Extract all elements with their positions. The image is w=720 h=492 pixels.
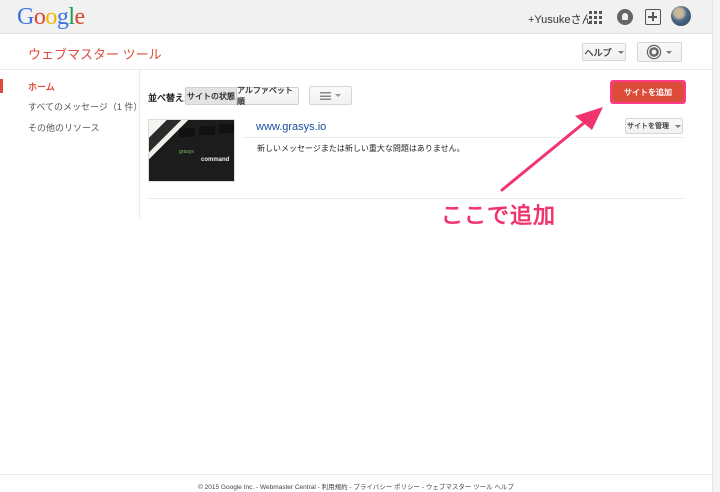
site-list-item: grasys command www.grasys.io 新しいメッセージまたは… — [148, 117, 684, 199]
google-logo[interactable]: Google — [17, 4, 85, 31]
logo-letter: g — [56, 4, 69, 30]
share-icon[interactable] — [645, 9, 661, 25]
logo-letter: e — [74, 4, 86, 30]
user-name-link[interactable]: +Yusukeさん — [528, 11, 593, 27]
logo-letter: G — [17, 4, 34, 30]
gear-icon — [648, 47, 659, 57]
logo-letter: o — [33, 4, 46, 30]
chevron-down-icon — [665, 50, 672, 54]
help-button-label: ヘルプ — [584, 47, 612, 58]
app-title[interactable]: ウェブマスター ツール — [28, 44, 162, 63]
chevron-down-icon — [617, 50, 624, 54]
sidebar-item-all-messages[interactable]: すべてのメッセージ（1 件） — [28, 100, 142, 113]
sort-alphabetical-button[interactable]: アルファベット順 — [236, 86, 299, 106]
sidebar-item-other-resources[interactable]: その他のリソース — [28, 121, 100, 134]
sort-label: 並べ替え: — [148, 93, 187, 103]
page-scrollbar[interactable] — [712, 0, 720, 492]
site-thumbnail[interactable]: grasys command — [148, 119, 235, 182]
manage-site-button[interactable]: サイトを管理 — [625, 118, 683, 134]
list-view-icon — [320, 91, 331, 100]
site-url-link[interactable]: www.grasys.io — [256, 121, 326, 133]
avatar[interactable] — [671, 6, 691, 26]
manage-site-label: サイトを管理 — [627, 123, 669, 130]
google-bar: Google +Yusukeさん — [0, 0, 720, 34]
active-nav-marker — [0, 79, 3, 93]
sort-by-status-button[interactable]: サイトの状態 — [185, 87, 237, 105]
logo-letter: o — [45, 4, 57, 30]
notifications-icon[interactable] — [617, 9, 633, 25]
chevron-down-icon — [675, 124, 681, 128]
settings-button[interactable] — [637, 42, 682, 62]
footer-links[interactable]: © 2015 Google Inc. - Webmaster Central -… — [0, 481, 712, 491]
apps-grid-icon[interactable] — [587, 9, 603, 25]
footer: © 2015 Google Inc. - Webmaster Central -… — [0, 474, 712, 492]
thumbnail-key-text: command — [201, 157, 230, 163]
view-toggle-button[interactable] — [309, 86, 352, 105]
annotation-label: ここで追加 — [441, 203, 557, 228]
chevron-down-icon — [335, 94, 341, 97]
site-status-message: 新しいメッセージまたは新しい重大な問題はありません。 — [257, 144, 465, 153]
add-site-button[interactable]: サイトを追加 — [610, 80, 686, 104]
help-button[interactable]: ヘルプ — [582, 43, 626, 61]
sidebar: ホーム すべてのメッセージ（1 件） その他のリソース — [0, 70, 142, 218]
site-divider — [242, 137, 684, 138]
sidebar-item-home[interactable]: ホーム — [28, 80, 55, 93]
thumbnail-brand-text: grasys — [179, 149, 194, 155]
